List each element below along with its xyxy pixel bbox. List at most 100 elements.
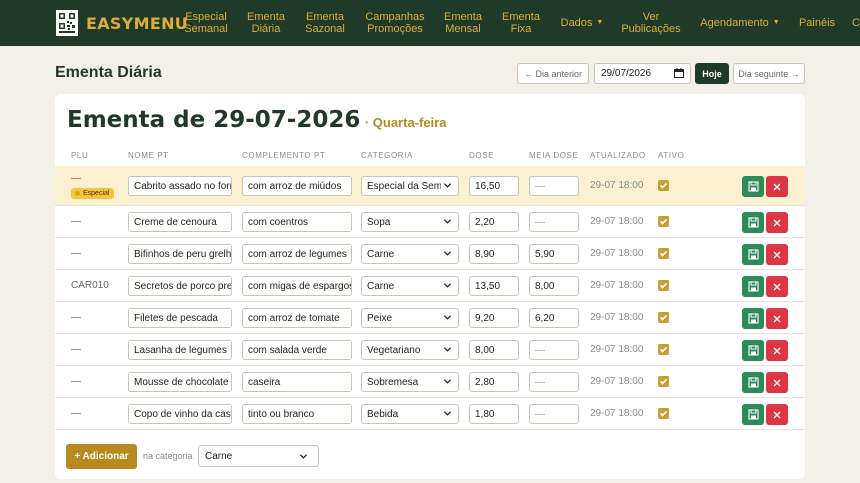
add-category-select[interactable]: Carne [198,445,319,467]
nome-input[interactable]: Filetes de pescada [128,308,232,328]
meia-dose-input[interactable]: — [529,176,579,196]
save-row-button[interactable] [742,340,764,361]
delete-row-button[interactable] [766,340,788,361]
table-row: — Filetes de pescada com arroz de tomate Pe… [55,302,805,334]
dose-input[interactable]: 13,50 [469,276,519,296]
save-row-button[interactable] [742,176,764,197]
meia-dose-input[interactable]: 6,20 [529,308,579,328]
nav-item-cut-off[interactable]: C [850,0,860,46]
x-icon [773,283,781,290]
column-header-atualizado: ATUALIZADO [590,151,646,160]
categoria-select[interactable]: Carne [361,276,459,296]
nav-ementa-sazonal[interactable]: Ementa Sazonal [300,0,350,46]
nav-agendamento-dropdown[interactable]: Agendamento ▼ [697,0,783,46]
dose-input[interactable]: 1,80 [469,404,519,424]
dose-input[interactable]: 16,50 [469,176,519,196]
delete-row-button[interactable] [766,244,788,265]
delete-row-button[interactable] [766,212,788,233]
delete-row-button[interactable] [766,276,788,297]
categoria-select[interactable]: Peixe [361,308,459,328]
complemento-input[interactable]: com salada verde [242,340,352,360]
brand[interactable]: EASYMENU [56,8,188,38]
categoria-select[interactable]: Carne [361,244,459,264]
meia-dose-input[interactable]: — [529,212,579,232]
save-row-button[interactable] [742,308,764,329]
active-checkbox[interactable] [658,280,669,291]
nav-dados-dropdown[interactable]: Dados ▼ [557,0,607,46]
meia-dose-input[interactable]: — [529,372,579,392]
dose-input[interactable]: 9,20 [469,308,519,328]
meia-dose-input[interactable]: 8,00 [529,276,579,296]
nome-input[interactable]: Lasanha de legumes [128,340,232,360]
save-row-button[interactable] [742,276,764,297]
nav-ementa-fixa[interactable]: Ementa Fixa [498,0,544,46]
chevron-down-icon [443,315,452,320]
nome-input[interactable]: Cabrito assado no forr [128,176,232,196]
complemento-input[interactable]: com arroz de legumes [242,244,352,264]
nome-input[interactable]: Copo de vinho da casa [128,404,232,424]
table-row: — Mousse de chocolate caseira Sobremesa 2,80… [55,366,805,398]
nome-input[interactable]: Creme de cenoura [128,212,232,232]
table-row: — Copo de vinho da casa tinto ou branco Beb… [55,398,805,430]
categoria-select[interactable]: Sobremesa [361,372,459,392]
chevron-down-icon [443,347,452,352]
save-row-button[interactable] [742,244,764,265]
nav-campanhas-promocoes[interactable]: Campanhas Promoções [362,0,428,46]
date-field[interactable]: 29/07/2026 [594,63,691,84]
floppy-disk-icon [747,345,759,356]
active-checkbox[interactable] [658,312,669,323]
updated-time: 29-07 18:00 [590,312,644,323]
nav-ementa-diaria[interactable]: Ementa Diária [243,0,289,46]
checkmark-icon [659,346,668,353]
save-row-button[interactable] [742,372,764,393]
table-row: — Bifinhos de peru grelha com arroz de leg… [55,238,805,270]
nome-input[interactable]: Bifinhos de peru grelha [128,244,232,264]
save-row-button[interactable] [742,404,764,425]
active-checkbox[interactable] [658,180,669,191]
dose-input[interactable]: 2,80 [469,372,519,392]
nome-input[interactable]: Secretos de porco pret [128,276,232,296]
updated-time: 29-07 18:00 [590,248,644,259]
updated-time: 29-07 18:00 [590,216,644,227]
active-checkbox[interactable] [658,408,669,419]
nome-input[interactable]: Mousse de chocolate [128,372,232,392]
today-button[interactable]: Hoje [695,63,729,84]
meia-dose-input[interactable]: 5,90 [529,244,579,264]
nav-especial-semanal[interactable]: Especial Semanal [180,0,232,46]
meia-dose-input[interactable]: — [529,340,579,360]
delete-row-button[interactable] [766,372,788,393]
save-row-button[interactable] [742,212,764,233]
delete-row-button[interactable] [766,176,788,197]
categoria-select[interactable]: Especial da Sema [361,176,459,196]
dose-input[interactable]: 2,20 [469,212,519,232]
meia-dose-input[interactable]: — [529,404,579,424]
categoria-select[interactable]: Vegetariano [361,340,459,360]
previous-day-button[interactable]: ← Dia anterior [517,63,589,84]
active-checkbox[interactable] [658,216,669,227]
complemento-input[interactable]: com arroz de miúdos [242,176,352,196]
delete-row-button[interactable] [766,308,788,329]
complemento-input[interactable]: com migas de espargos [242,276,352,296]
plu-cell: — [71,216,81,227]
active-checkbox[interactable] [658,248,669,259]
floppy-disk-icon [747,281,759,292]
active-checkbox[interactable] [658,344,669,355]
complemento-input[interactable]: com coentros [242,212,352,232]
complemento-input[interactable]: com arroz de tomate [242,308,352,328]
complemento-input[interactable]: tinto ou branco [242,404,352,424]
chevron-down-icon [443,219,452,224]
nav-ementa-mensal[interactable]: Ementa Mensal [440,0,486,46]
nav-paineis[interactable]: Painéis [795,0,839,46]
delete-row-button[interactable] [766,404,788,425]
active-checkbox[interactable] [658,376,669,387]
nav-ver-publicacoes[interactable]: Ver Publicações [618,0,684,46]
complemento-input[interactable]: caseira [242,372,352,392]
categoria-select[interactable]: Sopa [361,212,459,232]
add-item-button[interactable]: + Adicionar [66,444,137,469]
dose-input[interactable]: 8,90 [469,244,519,264]
dose-input[interactable]: 8,00 [469,340,519,360]
categoria-select[interactable]: Bebida [361,404,459,424]
next-day-button[interactable]: Dia seguinte → [733,63,805,84]
chevron-down-icon [443,283,452,288]
table-row: — Especial Cabrito assado no forr com arroz… [55,166,805,206]
